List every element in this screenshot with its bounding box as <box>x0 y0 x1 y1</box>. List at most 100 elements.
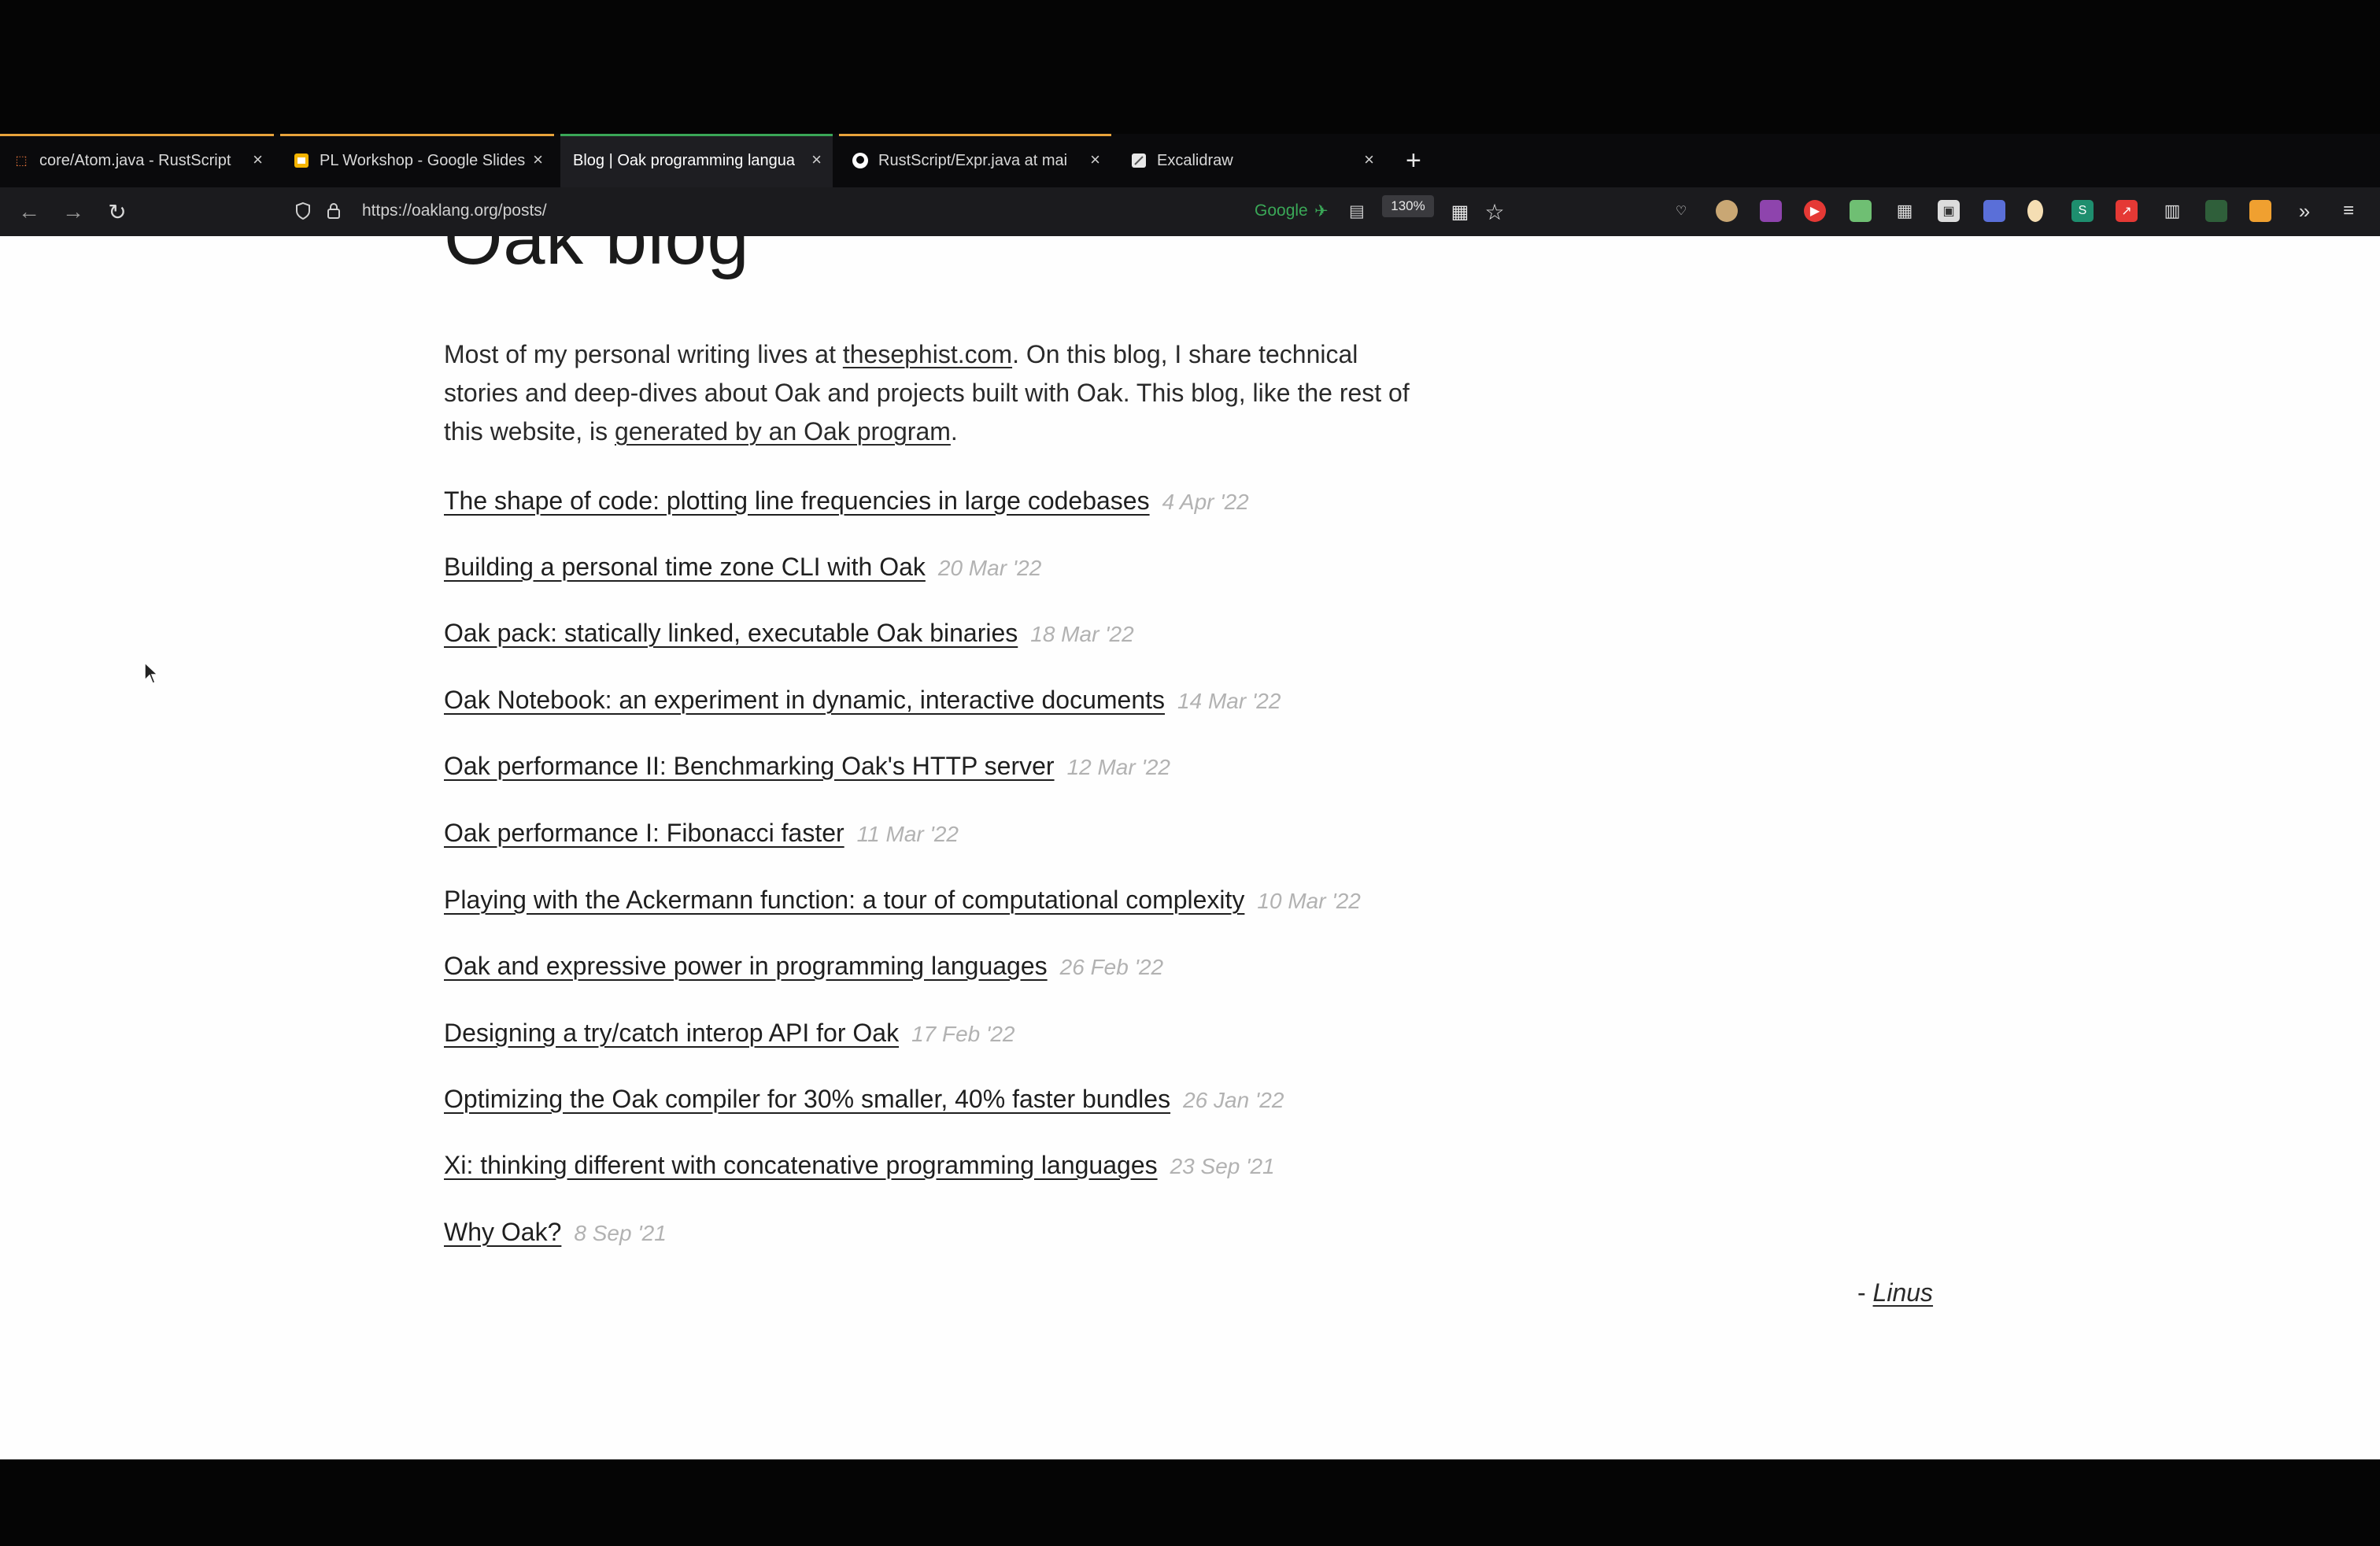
post-link[interactable]: Oak Notebook: an experiment in dynamic, … <box>444 686 1165 715</box>
reader-view-icon[interactable]: ▤ <box>1349 202 1365 221</box>
tab-top-line <box>560 134 833 136</box>
tab-close-icon[interactable]: × <box>1090 150 1100 170</box>
excalidraw-icon <box>1130 152 1148 169</box>
extension-orange-icon[interactable] <box>2249 200 2271 222</box>
post-item: Oak performance I: Fibonacci faster 11 M… <box>444 819 959 848</box>
tab-close-icon[interactable]: × <box>533 150 543 170</box>
back-arrow-icon[interactable]: ← <box>14 197 44 227</box>
tab-top-line <box>839 134 1111 136</box>
thesephist-link[interactable]: thesephist.com <box>843 340 1012 368</box>
intro-text: . <box>950 417 958 446</box>
post-date: 20 Mar '22 <box>937 556 1042 580</box>
author-link[interactable]: Linus <box>1873 1278 1934 1307</box>
post-link[interactable]: Oak performance I: Fibonacci faster <box>444 819 844 848</box>
post-link[interactable]: Designing a try/catch interop API for Oa… <box>444 1019 899 1048</box>
post-item: Oak pack: statically linked, executable … <box>444 619 1134 648</box>
url-bar[interactable]: https://oaklang.org/posts/ Google ✈ ▤ <box>286 194 1480 230</box>
post-date: 8 Sep '21 <box>574 1221 667 1245</box>
tab-title: RustScript/Expr.java at mai <box>878 151 1068 169</box>
cookie-extension-icon[interactable] <box>1716 200 1738 222</box>
tab-google-slides[interactable]: PL Workshop - Google Slides × <box>280 134 554 187</box>
post-link[interactable]: The shape of code: plotting line frequen… <box>444 486 1150 516</box>
post-date: 18 Mar '22 <box>1030 622 1134 646</box>
extension-bars-icon[interactable]: ▥ <box>2161 200 2183 222</box>
new-tab-button[interactable]: + <box>1406 145 1421 176</box>
post-item: Why Oak? 8 Sep '21 <box>444 1218 667 1247</box>
post-link[interactable]: Building a personal time zone CLI with O… <box>444 553 926 582</box>
search-engine-icon[interactable]: ✈ <box>1314 202 1329 221</box>
tab-oak-blog[interactable]: Blog | Oak programming langua × <box>560 134 833 187</box>
post-date: 26 Feb '22 <box>1059 955 1164 979</box>
page-title: Oak blog <box>444 236 750 280</box>
tab-close-icon[interactable]: × <box>811 150 822 170</box>
tab-top-line <box>280 134 554 136</box>
extension-egg-icon[interactable] <box>2027 200 2043 222</box>
extension-box-icon[interactable]: ▣ <box>1938 200 1960 222</box>
pocket-icon[interactable]: ♡ <box>1670 200 1692 222</box>
post-date: 14 Mar '22 <box>1177 689 1281 713</box>
extension-dark-green-icon[interactable] <box>2205 200 2227 222</box>
post-item: The shape of code: plotting line frequen… <box>444 486 1249 516</box>
post-date: 26 Jan '22 <box>1183 1088 1284 1112</box>
screen-top-border <box>0 0 2380 134</box>
extension-grid-icon[interactable]: ▦ <box>1894 200 1916 222</box>
post-item: Optimizing the Oak compiler for 30% smal… <box>444 1085 1284 1114</box>
generated-by-oak-link[interactable]: generated by an Oak program <box>615 417 951 446</box>
post-link[interactable]: Why Oak? <box>444 1218 561 1247</box>
lock-icon[interactable] <box>326 202 342 225</box>
extension-purple-icon[interactable] <box>1760 200 1782 222</box>
tab-close-icon[interactable]: × <box>253 150 263 170</box>
apps-grid-icon[interactable]: ▦ <box>1445 197 1475 227</box>
github-icon <box>852 152 869 169</box>
bookmark-star-icon[interactable]: ☆ <box>1480 197 1510 227</box>
extension-green-icon[interactable] <box>1850 200 1872 222</box>
tab-title: Excalidraw <box>1157 151 1233 169</box>
forward-arrow-icon[interactable]: → <box>58 197 88 227</box>
post-item: Designing a try/catch interop API for Oa… <box>444 1019 1015 1048</box>
tab-close-icon[interactable]: × <box>1364 150 1374 170</box>
post-date: 17 Feb '22 <box>911 1022 1015 1046</box>
tab-excalidraw[interactable]: Excalidraw × <box>1118 134 1385 187</box>
extension-blue-icon[interactable] <box>1983 200 2005 222</box>
url-text[interactable]: https://oaklang.org/posts/ <box>362 202 547 220</box>
post-link[interactable]: Oak and expressive power in programming … <box>444 952 1048 981</box>
overflow-chevrons-icon[interactable]: » <box>2293 199 2315 223</box>
mouse-cursor-icon <box>143 661 159 689</box>
extension-red-icon[interactable]: ▶ <box>1804 200 1826 222</box>
signature-prefix: - <box>1857 1278 1873 1307</box>
tab-title: core/Atom.java - RustScript <box>39 151 231 169</box>
navigation-bar: ← → ↻ https://oaklang.org/posts/ Google … <box>0 187 2380 236</box>
extension-redbox-icon[interactable]: ↗ <box>2116 200 2138 222</box>
web-page: Oak blog Most of my personal writing liv… <box>0 236 2380 1459</box>
post-item: Oak Notebook: an experiment in dynamic, … <box>444 686 1281 715</box>
post-link[interactable]: Oak performance II: Benchmarking Oak's H… <box>444 752 1055 781</box>
post-item: Xi: thinking different with concatenativ… <box>444 1151 1275 1180</box>
post-date: 23 Sep '21 <box>1170 1154 1275 1178</box>
tab-atom-java[interactable]: ⬚ core/Atom.java - RustScript × <box>0 134 274 187</box>
slides-icon <box>293 152 310 169</box>
tab-github-expr[interactable]: RustScript/Expr.java at mai × <box>839 134 1111 187</box>
tab-title: Blog | Oak programming langua <box>573 151 796 169</box>
tab-bar: ⬚ core/Atom.java - RustScript × PL Works… <box>0 134 2380 187</box>
shield-icon[interactable] <box>294 202 312 225</box>
post-item: Building a personal time zone CLI with O… <box>444 553 1041 582</box>
reload-icon[interactable]: ↻ <box>102 197 132 227</box>
intro-paragraph: Most of my personal writing lives at the… <box>444 335 1436 451</box>
post-link[interactable]: Playing with the Ackermann function: a t… <box>444 886 1244 915</box>
post-date: 12 Mar '22 <box>1066 755 1170 779</box>
post-link[interactable]: Optimizing the Oak compiler for 30% smal… <box>444 1085 1170 1114</box>
screen-bottom-border <box>0 1459 2380 1546</box>
tab-title: PL Workshop - Google Slides <box>320 151 526 169</box>
post-link[interactable]: Oak pack: statically linked, executable … <box>444 619 1018 648</box>
intro-text: Most of my personal writing lives at <box>444 340 843 368</box>
post-item: Playing with the Ackermann function: a t… <box>444 886 1361 915</box>
source-icon: ⬚ <box>15 154 28 168</box>
post-link[interactable]: Xi: thinking different with concatenativ… <box>444 1151 1158 1180</box>
tab-top-line <box>0 134 274 136</box>
search-engine-label[interactable]: Google <box>1255 202 1308 220</box>
post-date: 11 Mar '22 <box>856 822 959 846</box>
signature: - Linus <box>1857 1278 1933 1307</box>
menu-hamburger-icon[interactable]: ≡ <box>2338 200 2360 222</box>
extension-teal-icon[interactable]: S <box>2071 200 2094 222</box>
zoom-level[interactable]: 130% <box>1382 195 1434 217</box>
